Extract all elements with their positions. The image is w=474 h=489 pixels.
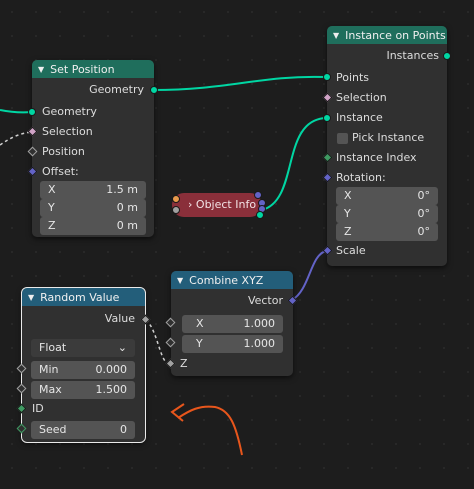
input-label: Selection (42, 125, 93, 138)
node-title: Set Position (50, 62, 115, 76)
field-value: 1.500 (95, 383, 128, 396)
set-position-header[interactable]: ▼ Set Position (32, 60, 154, 78)
link-vector-to-scale (291, 250, 327, 301)
rotation-y-field[interactable]: Y 0° (336, 205, 438, 223)
input-socket-as-instance[interactable] (172, 206, 180, 214)
input-label: Scale (336, 244, 366, 257)
field-value: 0.000 (95, 363, 128, 376)
combine-xyz-header[interactable]: ▼ Combine XYZ (171, 271, 293, 289)
dropdown-value: Float (39, 341, 67, 354)
offset-x-field[interactable]: X 1.5 m (40, 181, 146, 199)
field-label: Y (344, 207, 351, 220)
rotation-x-field[interactable]: X 0° (336, 187, 438, 205)
output-label: Instances (386, 49, 439, 62)
input-label: Instance Index (336, 151, 417, 164)
field-value: 0 m (116, 219, 138, 232)
annotation-arrowhead (170, 403, 185, 422)
seed-field[interactable]: Seed 0 (31, 421, 135, 439)
link-object-to-instance (261, 117, 327, 211)
field-value: 0 (120, 423, 127, 436)
input-label: Position (42, 145, 85, 158)
x-field[interactable]: X 1.000 (182, 315, 283, 333)
output-label: Vector (247, 294, 283, 307)
link-geometry-to-points (152, 75, 327, 91)
input-label: Rotation: (336, 171, 386, 184)
field-value: 0° (417, 225, 431, 238)
link-incoming-selection (0, 131, 33, 146)
input-label: Points (336, 71, 370, 84)
collapse-chevron-icon[interactable]: ▼ (28, 293, 34, 302)
combine-xyz-node[interactable]: ▼ Combine XYZ Vector X 1.000 Y 1.000 Z (171, 271, 293, 376)
set-position-node[interactable]: ▼ Set Position Geometry Geometry Selecti… (32, 60, 154, 237)
input-socket-geometry[interactable] (28, 108, 36, 116)
node-title: Instance on Points (345, 28, 446, 42)
rotation-z-field[interactable]: Z 0° (336, 223, 438, 241)
field-label: Seed (39, 423, 67, 436)
field-label: X (196, 317, 204, 330)
field-value: 0° (417, 207, 431, 220)
output-socket-instances[interactable] (443, 52, 451, 60)
chevron-down-icon: ⌄ (117, 341, 127, 354)
input-label: Geometry (42, 105, 97, 118)
output-label: Geometry (89, 83, 144, 96)
y-field[interactable]: Y 1.000 (182, 335, 283, 353)
random-value-header[interactable]: ▼ Random Value (22, 288, 145, 306)
collapse-chevron-icon[interactable]: ▼ (177, 276, 183, 285)
object-info-node[interactable]: › Object Info (172, 193, 262, 217)
output-socket-geometry[interactable] (150, 86, 158, 94)
input-socket-points[interactable] (323, 73, 331, 81)
output-socket-location[interactable] (254, 191, 262, 199)
field-value: 1.000 (243, 337, 276, 350)
field-label: Min (39, 363, 59, 376)
input-label: Z (180, 357, 188, 370)
field-label: Max (39, 383, 62, 396)
input-label: Instance (336, 111, 383, 124)
expand-chevron-icon[interactable]: › (188, 198, 192, 211)
field-label: Y (48, 201, 55, 214)
offset-y-field[interactable]: Y 0 m (40, 199, 146, 217)
offset-z-field[interactable]: Z 0 m (40, 217, 146, 235)
max-field[interactable]: Max 1.500 (31, 381, 135, 399)
collapse-chevron-icon[interactable]: ▼ (38, 65, 44, 74)
collapse-chevron-icon[interactable]: ▼ (333, 31, 339, 40)
data-type-dropdown[interactable]: Float ⌄ (31, 339, 135, 357)
output-socket-geometry[interactable] (256, 211, 264, 219)
min-field[interactable]: Min 0.000 (31, 361, 135, 379)
annotation-arrow (177, 405, 243, 456)
field-value: 1.5 m (106, 183, 138, 196)
field-label: X (344, 189, 352, 202)
checkbox-label: Pick Instance (352, 131, 425, 144)
field-label: X (48, 183, 56, 196)
pick-instance-checkbox[interactable] (337, 133, 348, 144)
random-value-node[interactable]: ▼ Random Value Value Float ⌄ Min 0.000 M… (21, 287, 146, 443)
input-label: Offset: (42, 165, 79, 178)
node-title: Object Info (195, 198, 257, 211)
output-label: Value (104, 312, 135, 325)
instance-on-points-header[interactable]: ▼ Instance on Points (327, 26, 447, 44)
field-value: 1.000 (243, 317, 276, 330)
field-label: Z (344, 225, 352, 238)
field-value: 0 m (116, 201, 138, 214)
instance-on-points-node[interactable]: ▼ Instance on Points Instances Points Se… (327, 26, 447, 266)
node-editor-canvas[interactable]: ▼ Set Position Geometry Geometry Selecti… (0, 0, 474, 489)
field-label: Y (196, 337, 203, 350)
input-socket-object[interactable] (172, 195, 180, 203)
input-label: Selection (336, 91, 387, 104)
field-label: Z (48, 219, 56, 232)
field-value: 0° (417, 189, 431, 202)
node-title: Combine XYZ (189, 273, 264, 287)
input-label: ID (32, 402, 44, 415)
input-socket-instance[interactable] (323, 114, 331, 122)
node-title: Random Value (40, 290, 120, 304)
